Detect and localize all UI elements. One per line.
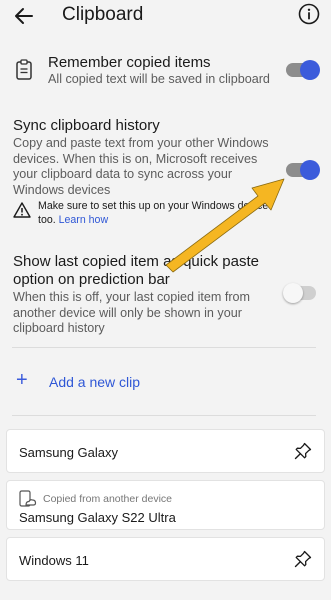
sync-warning: Make sure to set this up on your Windows… (38, 200, 268, 227)
quick-paste-title: Show last copied item as quick paste opt… (13, 253, 259, 289)
back-arrow-icon[interactable] (12, 4, 36, 28)
clip-card[interactable]: Windows 11 (6, 537, 325, 581)
cloud-device-icon (19, 490, 37, 507)
sync-description: Copy and paste text from your other Wind… (13, 136, 269, 198)
clip-title: Samsung Galaxy S22 Ultra (19, 510, 176, 525)
add-new-clip-button[interactable]: + Add a new clip (0, 362, 331, 402)
quick-paste-description-line: When this is off, your last copied item … (13, 290, 251, 304)
toggle-knob (300, 160, 320, 180)
sync-toggle[interactable] (286, 160, 320, 180)
sync-title: Sync clipboard history (13, 117, 160, 134)
pin-icon[interactable] (294, 442, 312, 460)
quick-paste-description-line: another device will only be shown in you… (13, 305, 242, 320)
sync-description-line: your clipboard data to sync across your (13, 167, 233, 181)
warning-text-line2: too. Learn how (38, 214, 268, 228)
warning-text: Make sure to set this up on your Windows… (38, 200, 269, 212)
clip-subtitle: Copied from another device (43, 493, 172, 505)
plus-icon: + (16, 369, 28, 391)
quick-paste-title-line: option on prediction bar (13, 271, 170, 288)
clipboard-icon (16, 59, 32, 80)
toggle-knob (300, 60, 320, 80)
page-title: Clipboard (62, 4, 144, 25)
clip-title: Samsung Galaxy (19, 445, 118, 460)
app-header: Clipboard (0, 0, 331, 34)
sync-description-line: Copy and paste text from your other Wind… (13, 136, 269, 150)
sync-description-line: devices. When this is on, Microsoft rece… (13, 151, 258, 166)
warning-text-prefix: too. (38, 213, 59, 226)
clip-card[interactable]: Samsung Galaxy (6, 429, 325, 473)
remember-toggle[interactable] (286, 60, 320, 80)
clip-title: Windows 11 (19, 553, 89, 568)
quick-paste-description: When this is off, your last copied item … (13, 290, 250, 337)
toggle-knob (283, 283, 303, 303)
learn-how-link[interactable]: Learn how (59, 214, 108, 226)
quick-paste-row[interactable]: Show last copied item as quick paste opt… (0, 253, 331, 335)
quick-paste-title-line: Show last copied item as quick paste (13, 253, 259, 270)
pin-icon[interactable] (294, 550, 312, 568)
remember-copied-items-row[interactable]: Remember copied items All copied text wi… (0, 48, 331, 98)
add-new-clip-label: Add a new clip (49, 374, 141, 390)
sync-clipboard-row: Sync clipboard history Copy and paste te… (0, 115, 331, 230)
warning-icon (13, 202, 31, 218)
sync-description-line: Windows devices (13, 182, 111, 197)
quick-paste-description-line: clipboard history (13, 321, 105, 335)
remember-description: All copied text will be saved in clipboa… (48, 72, 270, 86)
divider (12, 347, 316, 348)
quick-paste-toggle[interactable] (283, 283, 316, 303)
info-icon[interactable] (298, 3, 320, 25)
remember-title: Remember copied items (48, 54, 211, 71)
divider (12, 415, 316, 416)
clip-card[interactable]: Copied from another device Samsung Galax… (6, 480, 325, 530)
